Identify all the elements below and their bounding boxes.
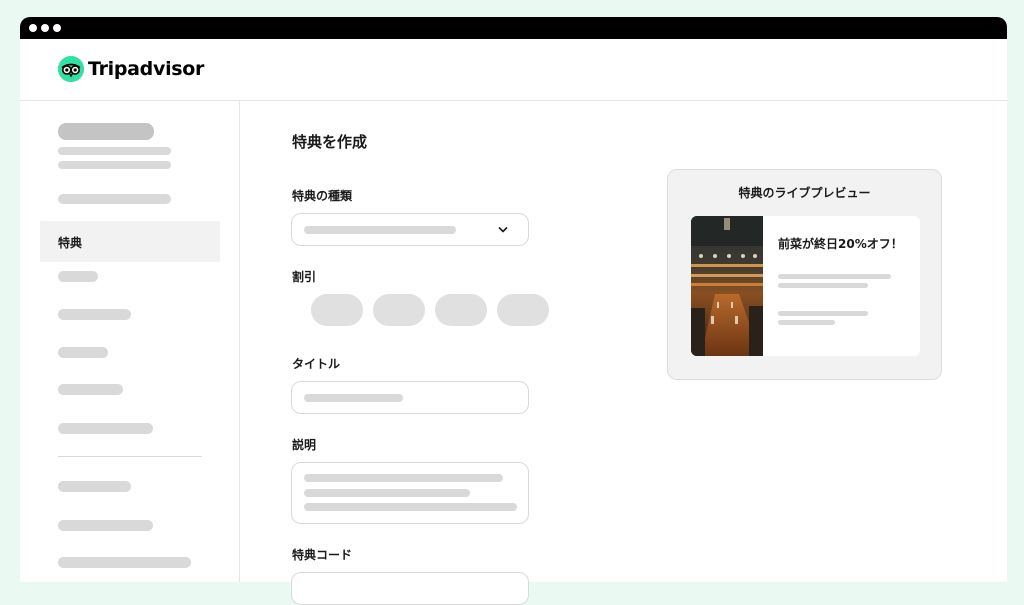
sidebar-item-placeholder[interactable] [58, 423, 153, 434]
sidebar-placeholder [58, 147, 171, 155]
discount-option[interactable] [435, 294, 487, 326]
preview-placeholder [778, 320, 835, 325]
sidebar-item-placeholder[interactable] [58, 520, 153, 531]
offer-code-label: 特典コード [292, 548, 353, 562]
offer-type-label: 特典の種類 [292, 189, 353, 203]
sidebar-item-placeholder[interactable] [58, 384, 123, 395]
sidebar-item-placeholder[interactable] [58, 557, 191, 568]
discount-option[interactable] [373, 294, 425, 326]
sidebar-item-placeholder[interactable] [58, 347, 108, 358]
restaurant-photo [691, 216, 763, 356]
preview-placeholder [778, 274, 891, 279]
page-title: 特典を作成 [292, 133, 368, 151]
preview-heading: 特典のライブプレビュー [738, 186, 871, 200]
sidebar-item-placeholder[interactable] [58, 481, 131, 492]
window-titlebar [20, 17, 1007, 39]
sidebar-placeholder [58, 194, 171, 204]
sidebar-item-placeholder[interactable] [58, 309, 131, 320]
sidebar-item-offers[interactable]: 特典 [40, 221, 220, 262]
textarea-placeholder [304, 474, 503, 482]
tripadvisor-owl-icon [58, 56, 84, 82]
offer-type-select[interactable] [291, 213, 529, 246]
window-dot [41, 24, 49, 32]
select-placeholder [304, 226, 456, 234]
sidebar-item-placeholder[interactable] [58, 271, 98, 282]
sidebar-divider [58, 456, 202, 457]
offer-code-input[interactable] [291, 572, 529, 605]
title-label: タイトル [292, 357, 341, 371]
description-label: 説明 [292, 438, 317, 452]
discount-option[interactable] [497, 294, 549, 326]
chevron-down-icon [498, 226, 508, 233]
window-dot [29, 24, 37, 32]
brand-name: Tripadvisor [88, 58, 205, 80]
preview-placeholder [778, 283, 868, 288]
preview-offer-card: 前菜が終日20%オフ！ [691, 216, 920, 356]
discount-label: 割引 [292, 270, 317, 284]
input-placeholder [304, 394, 403, 402]
brand-logo[interactable]: Tripadvisor [58, 56, 204, 82]
sidebar-item-label: 特典 [58, 236, 83, 250]
sidebar-placeholder [58, 161, 171, 169]
preview-offer-text: 前菜が終日20%オフ！ [778, 237, 903, 251]
live-preview-panel: 特典のライブプレビュー 前菜が終日20%オフ！ [667, 169, 942, 380]
preview-placeholder [778, 311, 868, 316]
sidebar: 特典 [20, 101, 240, 582]
app-header: Tripadvisor [20, 39, 1007, 101]
description-textarea[interactable] [291, 462, 529, 524]
window-dot [53, 24, 61, 32]
textarea-placeholder [304, 489, 470, 497]
title-input[interactable] [291, 381, 529, 414]
discount-option[interactable] [311, 294, 363, 326]
textarea-placeholder [304, 503, 517, 511]
sidebar-placeholder [58, 123, 154, 140]
